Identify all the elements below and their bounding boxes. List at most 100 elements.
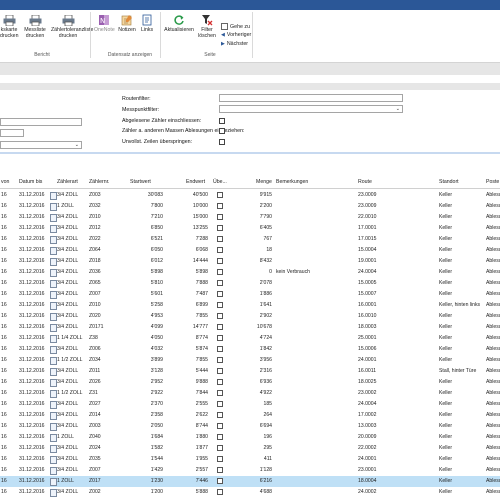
ueberschritten-checkbox[interactable]	[217, 346, 223, 352]
ueberschritten-checkbox[interactable]	[217, 313, 223, 319]
notizen-button[interactable]: Notizen	[116, 14, 138, 33]
filter-input-2[interactable]	[0, 129, 24, 137]
table-row[interactable]: 16 31.12.2016 1 1/2 ZOLL Z31 2'922 7'844 4'922…	[0, 388, 500, 399]
column-header-ueber[interactable]: Übe...	[213, 179, 227, 185]
table-row[interactable]: 16 31.12.2016 3/4 ZOLL Z022 6'521 7'288 767 17.…	[0, 234, 500, 245]
cell-endwert: 7'288	[195, 236, 208, 242]
table-row[interactable]: 16 31.12.2016 1 1/4 ZOLL Z38 4'050 8'774 4'724…	[0, 333, 500, 344]
abgelesene-zaehler-checkbox[interactable]	[219, 118, 225, 124]
ueberschritten-checkbox[interactable]	[217, 478, 223, 484]
column-header-bemerkungen[interactable]: Bemerkungen	[276, 179, 308, 185]
filter-select-left[interactable]: ⌄	[0, 141, 82, 149]
ueberschritten-checkbox[interactable]	[217, 258, 223, 264]
ueberschritten-checkbox[interactable]	[217, 456, 223, 462]
cell-datum-bis: 31.12.2016	[19, 214, 45, 220]
cell-startwert: 6'050	[150, 247, 163, 253]
table-row[interactable]: 16 31.12.2016 1 ZOLL Z040 1'684 1'880 196 20.00…	[0, 432, 500, 443]
ueberschritten-checkbox[interactable]	[217, 225, 223, 231]
ueberschritten-checkbox[interactable]	[217, 247, 223, 253]
ueberschritten-checkbox[interactable]	[217, 203, 223, 209]
andere-massen-checkbox[interactable]	[219, 128, 225, 134]
ueberschritten-checkbox[interactable]	[217, 434, 223, 440]
table-row[interactable]: 16 31.12.2016 1 1/2 ZOLL Z034 3'899 7'855 3'95…	[0, 355, 500, 366]
table-row[interactable]: 16 31.12.2016 1 ZOLL Z017 1'230 7'446 6'216 18.…	[0, 476, 500, 487]
filter-input-1[interactable]	[0, 118, 82, 126]
table-row[interactable]: 16 31.12.2016 3/4 ZOLL Z006 4'032 5'874 1'842 1…	[0, 344, 500, 355]
table-row[interactable]: 16 31.12.2016 3/4 ZOLL Z020 4'953 7'855 2'902 1…	[0, 311, 500, 322]
vorheriger-link[interactable]: ◀ Vorheriger	[221, 32, 251, 38]
zaehlertoleranzliste-drucken-button[interactable]: Zählertoleranzliste drucken	[51, 14, 93, 39]
ueberschritten-checkbox[interactable]	[217, 379, 223, 385]
cell-route: 18.0025	[358, 379, 377, 385]
cell-poste: Ablesu	[486, 423, 500, 429]
ueberschritten-checkbox[interactable]	[217, 269, 223, 275]
cell-menge: 185	[263, 401, 273, 407]
column-header-endwert[interactable]: Endwert	[186, 179, 205, 185]
column-header-datum-bis[interactable]: Datum bis	[19, 179, 42, 185]
ueberschritten-checkbox[interactable]	[217, 291, 223, 297]
table-row[interactable]: 16 31.12.2016 3/4 ZOLL Z003 2'050 8'744 6'694 1…	[0, 421, 500, 432]
table-row[interactable]: 16 31.12.2016 3/4 ZOLL Z007 1'429 2'557 1'128 2…	[0, 465, 500, 476]
ueberschritten-checkbox[interactable]	[217, 489, 223, 495]
column-header-standort[interactable]: Standort	[439, 179, 459, 185]
ueberschritten-checkbox[interactable]	[217, 324, 223, 330]
table-row[interactable]: 16 31.12.2016 3/4 ZOLL Z010 5'258 6'899 1'641 1…	[0, 300, 500, 311]
table-row[interactable]: 16 31.12.2016 3/4 ZOLL Z024 1'582 1'877 295 22.…	[0, 443, 500, 454]
cell-von: 16	[1, 214, 7, 220]
unvollst-zeilen-checkbox[interactable]	[219, 139, 225, 145]
column-header-von[interactable]: von	[1, 179, 9, 185]
ueberschritten-checkbox[interactable]	[217, 390, 223, 396]
cell-datum-bis: 31.12.2016	[19, 434, 45, 440]
column-header-startwert[interactable]: Startwert	[130, 179, 151, 185]
column-header-route[interactable]: Route	[358, 179, 372, 185]
ueberschritten-checkbox[interactable]	[217, 280, 223, 286]
table-row[interactable]: 16 31.12.2016 3/4 ZOLL Z002 1'200 5'888 4'688 2…	[0, 487, 500, 498]
naechster-link[interactable]: ▶ Nächster	[221, 41, 248, 47]
ueberschritten-checkbox[interactable]	[217, 192, 223, 198]
table-row[interactable]: 16 31.12.2016 3/4 ZOLL Z036 5'898 5'898 0 kein …	[0, 267, 500, 278]
table-row[interactable]: 16 31.12.2016 3/4 ZOLL Z065 5'810 7'888 2'078 1…	[0, 278, 500, 289]
table-row[interactable]: 16 31.12.2016 1 ZOLL Z032 7'800 10'000 2'200 23…	[0, 201, 500, 212]
column-header-poste[interactable]: Poste	[486, 179, 499, 185]
ueberschritten-checkbox[interactable]	[217, 236, 223, 242]
printer-icon	[28, 14, 42, 26]
table-row[interactable]: 16 31.12.2016 3/4 ZOLL Z0171 4'099 14'777 10'6…	[0, 322, 500, 333]
ueberschritten-checkbox[interactable]	[217, 401, 223, 407]
ueberschritten-checkbox[interactable]	[217, 445, 223, 451]
column-header-zaehlerart[interactable]: Zählerart	[57, 179, 78, 185]
ueberschritten-checkbox[interactable]	[217, 467, 223, 473]
aktualisieren-button[interactable]: Aktualisieren	[163, 14, 195, 33]
refresh-icon	[172, 14, 186, 26]
routenfilter-input[interactable]	[219, 94, 403, 102]
ueberschritten-checkbox[interactable]	[217, 412, 223, 418]
messpunktfilter-select[interactable]: ⌄	[219, 105, 403, 113]
table-row[interactable]: 16 31.12.2016 3/4 ZOLL Z064 6'050 6'068 18 15.0…	[0, 245, 500, 256]
table-row[interactable]: 16 31.12.2016 3/4 ZOLL Z003 30'083 40'500 9'91…	[0, 190, 500, 201]
table-row[interactable]: 16 31.12.2016 3/4 ZOLL Z010 7'210 15'000 7'790…	[0, 212, 500, 223]
filter-loeschen-button[interactable]: Filter löschen	[196, 14, 218, 39]
ueberschritten-checkbox[interactable]	[217, 214, 223, 220]
column-header-menge[interactable]: Menge	[256, 179, 272, 185]
table-row[interactable]: 16 31.12.2016 3/4 ZOLL Z014 2'358 2'622 264 17.…	[0, 410, 500, 421]
table-row[interactable]: 16 31.12.2016 3/4 ZOLL Z007 5'601 7'487 1'886 1…	[0, 289, 500, 300]
header-divider	[0, 188, 500, 189]
table-row[interactable]: 16 31.12.2016 3/4 ZOLL Z027 2'370 2'555 185 24.…	[0, 399, 500, 410]
column-header-zaehlernr[interactable]: Zählernr.	[89, 179, 109, 185]
gehe-zu-link[interactable]: Gehe zu	[221, 23, 250, 30]
table-row[interactable]: 16 31.12.2016 3/4 ZOLL Z026 2'952 9'888 6'936 1…	[0, 377, 500, 388]
ueberschritten-checkbox[interactable]	[217, 423, 223, 429]
table-row[interactable]: 16 31.12.2016 3/4 ZOLL Z035 1'544 1'955 411 24.…	[0, 454, 500, 465]
cell-endwert: 8'774	[195, 335, 208, 341]
messliste-drucken-button[interactable]: Messliste drucken	[23, 14, 47, 39]
table-row[interactable]: 16 31.12.2016 3/4 ZOLL Z018 6'012 14'444 8'432…	[0, 256, 500, 267]
ueberschritten-checkbox[interactable]	[217, 368, 223, 374]
meter-type-icon	[50, 313, 57, 321]
links-button[interactable]: Links	[139, 14, 155, 33]
ueberschritten-checkbox[interactable]	[217, 335, 223, 341]
table-row[interactable]: 16 31.12.2016 3/4 ZOLL Z012 6'850 13'255 6'405…	[0, 223, 500, 234]
table-row[interactable]: 16 31.12.2016 3/4 ZOLL Z011 3'128 5'444 2'316 1…	[0, 366, 500, 377]
cell-zaehlernr: Z010	[89, 214, 101, 220]
karte-drucken-button[interactable]: kskarte drucken	[0, 14, 18, 39]
ueberschritten-checkbox[interactable]	[217, 302, 223, 308]
ueberschritten-checkbox[interactable]	[217, 357, 223, 363]
